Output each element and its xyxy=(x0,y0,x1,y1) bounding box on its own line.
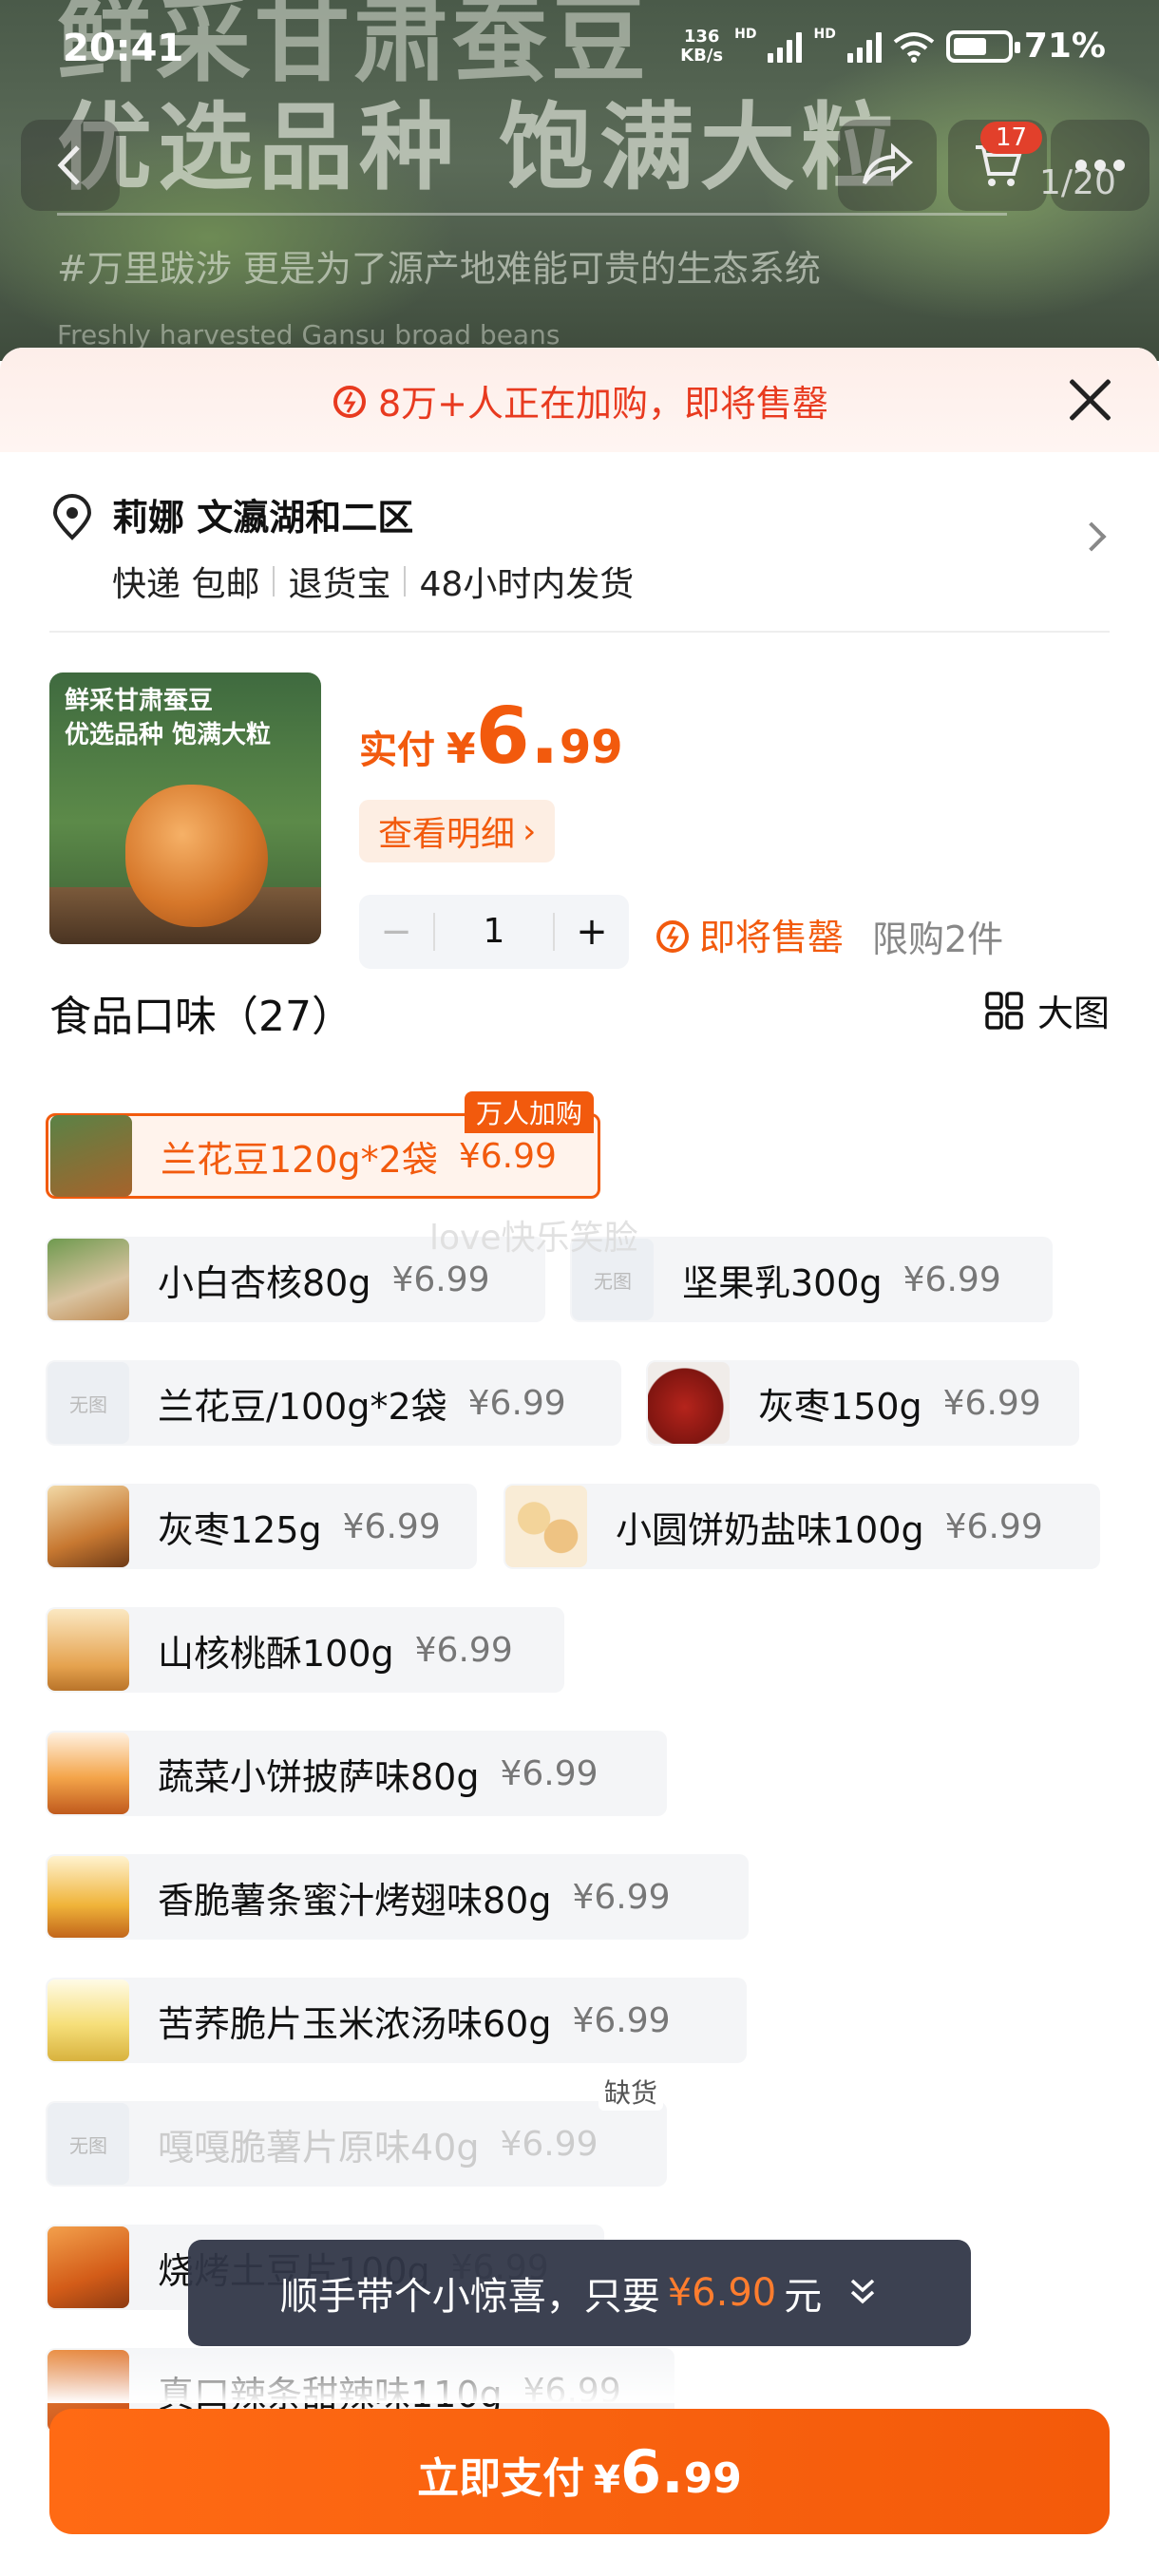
flavor-thumbnail xyxy=(648,1362,730,1444)
shipping-info: 快递 包邮 退货宝 48小时内发货 xyxy=(112,565,635,604)
purchase-limit: 限购2件 xyxy=(872,919,1004,960)
close-icon[interactable] xyxy=(1066,376,1113,424)
flavor-price: ¥6.99 xyxy=(342,1506,441,1546)
flavor-option[interactable]: 小圆饼奶盐味100g ¥6.99 xyxy=(504,1484,1100,1569)
share-icon xyxy=(863,142,914,185)
flavor-thumbnail xyxy=(50,1115,132,1197)
flavor-name: 嘎嘎脆薯片原味40g xyxy=(158,2126,480,2169)
big-image-toggle[interactable]: 大图 xyxy=(984,984,1110,1036)
back-button[interactable] xyxy=(21,120,120,211)
flavor-name: 兰花豆120g*2袋 xyxy=(161,1138,438,1181)
urgency-banner: 8万+人正在加购，即将售罄 xyxy=(0,348,1159,452)
upsell-amount: ¥6.90 xyxy=(667,2271,777,2315)
recipient-address: 莉娜 文瀛湖和二区 xyxy=(112,497,414,539)
flavor-name: 小圆饼奶盐味100g xyxy=(616,1508,924,1551)
backdrop-subline: #万里跋涉 更是为了源产地难能可贵的生态系统 xyxy=(57,248,821,290)
cart-count-badge: 17 xyxy=(980,122,1043,154)
flavor-price: ¥6.99 xyxy=(500,2124,598,2164)
flavor-option[interactable]: 山核桃酥100g ¥6.99 xyxy=(46,1607,564,1693)
view-details-button[interactable]: 查看明细 › xyxy=(359,800,556,862)
chevron-left-icon xyxy=(57,145,80,185)
flavor-thumbnail xyxy=(48,2226,129,2308)
hd-label: HD xyxy=(734,27,757,42)
flavor-price: ¥6.99 xyxy=(391,1260,490,1299)
flavor-option[interactable]: 无图 兰花豆/100g*2袋 ¥6.99 xyxy=(46,1360,621,1446)
address-row[interactable]: 莉娜 文瀛湖和二区 快递 包邮 退货宝 48小时内发货 xyxy=(49,452,1110,633)
pay-now-button[interactable]: 立即支付 ¥ 6. 99 xyxy=(49,2409,1110,2534)
flavor-option[interactable]: 蔬菜小饼披萨味80g ¥6.99 xyxy=(46,1731,667,1816)
flavor-name: 香脆薯条蜜汁烤翅味80g xyxy=(158,1879,552,1922)
grid-icon xyxy=(985,991,1023,1030)
flavor-name: 灰枣150g xyxy=(758,1385,922,1428)
flavor-thumbnail xyxy=(48,1733,129,1814)
popular-badge: 万人加购 xyxy=(464,1091,594,1133)
flavor-option[interactable]: 苦荞脆片玉米浓汤味60g ¥6.99 xyxy=(46,1978,747,2063)
network-speed: 136 KB/s xyxy=(680,26,724,66)
flavor-thumbnail xyxy=(48,1979,129,2061)
status-bar: 20:41 136 KB/s HD HD 71% xyxy=(0,0,1159,95)
flavor-option[interactable]: 灰枣125g ¥6.99 xyxy=(46,1484,477,1569)
flavor-price: ¥6.99 xyxy=(572,1877,671,1917)
flavor-name: 兰花豆/100g*2袋 xyxy=(158,1385,447,1428)
alarm-icon xyxy=(332,386,366,418)
product-summary: 鲜采甘肃蚕豆 优选品种 饱满大粒 实付 ¥ 6. 99 查看明细 › − 1 + … xyxy=(0,633,1159,969)
decrease-button[interactable]: − xyxy=(359,910,433,954)
chevron-right-icon: › xyxy=(522,811,537,851)
flavor-price: ¥6.99 xyxy=(414,1630,513,1670)
image-index: 1/20 xyxy=(1039,163,1116,202)
signal-icon xyxy=(768,30,803,63)
out-of-stock-badge: 缺货 xyxy=(598,2073,663,2111)
flavor-name: 苦荞脆片玉米浓汤味60g xyxy=(158,2002,552,2045)
chevron-right-icon xyxy=(1076,521,1107,552)
flavor-option[interactable]: 香脆薯条蜜汁烤翅味80g ¥6.99 xyxy=(46,1854,749,1940)
flavor-option[interactable]: 灰枣150g ¥6.99 xyxy=(646,1360,1079,1446)
flavor-name: 蔬菜小饼披萨味80g xyxy=(158,1755,480,1798)
flavor-price: ¥6.99 xyxy=(572,2000,671,2040)
hd-label-2: HD xyxy=(813,27,836,42)
increase-button[interactable]: + xyxy=(555,910,629,954)
quantity-value[interactable]: 1 xyxy=(433,913,555,951)
flavor-title: 食品口味（27） xyxy=(49,993,353,1041)
flavor-price: ¥6.99 xyxy=(500,1753,598,1793)
flavor-price: ¥6.99 xyxy=(902,1260,1001,1299)
alarm-icon xyxy=(656,919,689,953)
flavor-option[interactable]: 无图 嘎嘎脆薯片原味40g ¥6.99 缺货 xyxy=(46,2073,667,2187)
soldout-notice: 即将售罄 xyxy=(654,908,844,960)
flavor-option[interactable]: 兰花豆120g*2袋 ¥6.99 万人加购 xyxy=(46,1091,600,1199)
upsell-toast[interactable]: 顺手带个小惊喜，只要 ¥6.90 元 xyxy=(188,2240,971,2346)
flavor-thumbnail xyxy=(505,1486,587,1567)
flavor-thumbnail xyxy=(48,1609,129,1691)
flavor-name: 小白杏核80g xyxy=(158,1261,371,1304)
flavor-price: ¥6.99 xyxy=(458,1136,557,1176)
battery-icon xyxy=(945,29,1020,63)
flavor-name: 山核桃酥100g xyxy=(158,1632,394,1675)
product-thumbnail[interactable]: 鲜采甘肃蚕豆 优选品种 饱满大粒 xyxy=(49,672,321,944)
backdrop-english: Freshly harvested Gansu broad beans xyxy=(57,319,560,350)
flavor-name: 灰枣125g xyxy=(158,1508,322,1551)
flavor-price: ¥6.99 xyxy=(942,1383,1041,1423)
location-pin-icon xyxy=(52,494,92,540)
double-chevron-down-icon xyxy=(851,2279,875,2304)
flavor-thumbnail xyxy=(48,1239,129,1320)
paid-price: 实付 ¥ 6. 99 xyxy=(359,691,623,782)
signal-icon-2 xyxy=(846,30,882,63)
watermark: love快乐笑脸 xyxy=(429,1219,638,1258)
share-button[interactable] xyxy=(838,120,937,211)
flavor-option[interactable]: 无图 坚果乳300g ¥6.99 xyxy=(570,1237,1053,1322)
flavor-price: ¥6.99 xyxy=(467,1383,566,1423)
flavor-thumbnail: 无图 xyxy=(48,2103,129,2185)
flavor-thumbnail xyxy=(48,1486,129,1567)
urgency-text: 8万+人正在加购，即将售罄 xyxy=(377,382,829,425)
wifi-icon xyxy=(893,31,935,63)
flavor-thumbnail: 无图 xyxy=(48,1362,129,1444)
flavor-name: 坚果乳300g xyxy=(682,1261,883,1304)
flavor-thumbnail xyxy=(48,1856,129,1938)
battery-percent: 71% xyxy=(1023,27,1106,66)
flavor-price: ¥6.99 xyxy=(944,1506,1043,1546)
clock: 20:41 xyxy=(63,27,184,70)
flavor-header: 食品口味（27） 大图 xyxy=(0,956,1159,1060)
